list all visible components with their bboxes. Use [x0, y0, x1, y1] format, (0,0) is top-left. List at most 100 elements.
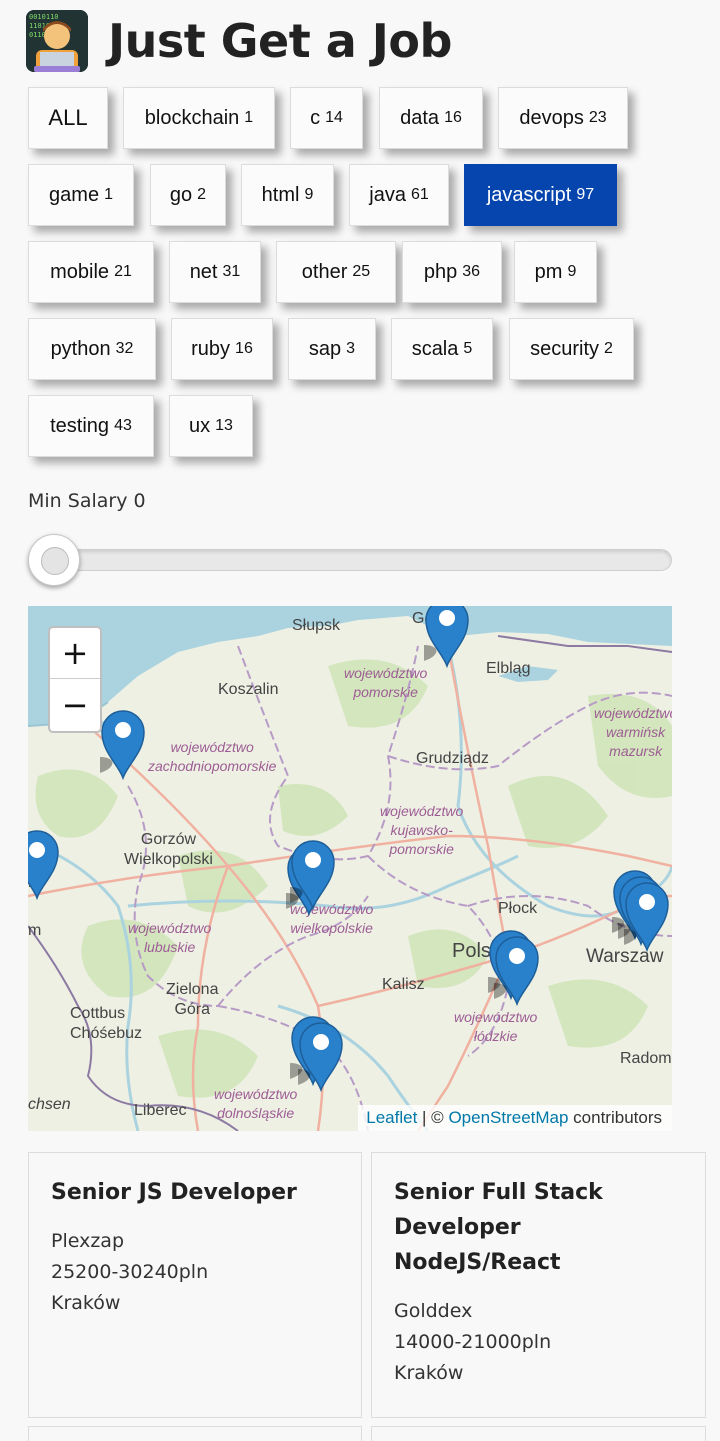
tag-button-html[interactable]: html 9 — [241, 164, 334, 226]
map-city-label: Radom — [620, 1050, 672, 1067]
tag-button-security[interactable]: security 2 — [509, 318, 634, 380]
min-salary-slider-thumb[interactable] — [28, 534, 80, 586]
job-card[interactable]: Senior JS Developer Plexzap 25200-30240p… — [28, 1152, 362, 1418]
map-marker-icon[interactable] — [264, 838, 336, 911]
tag-button-c[interactable]: c 14 — [290, 87, 363, 149]
tag-button-go[interactable]: go 2 — [150, 164, 226, 226]
tag-count: 2 — [604, 340, 613, 357]
map-city-label: chsen — [28, 1096, 71, 1113]
tag-label: javascript — [486, 183, 572, 206]
map-marker-icon[interactable] — [28, 828, 60, 901]
tag-count: 14 — [325, 109, 343, 126]
tag-count: 1 — [104, 186, 113, 203]
tag-button-ux[interactable]: ux 13 — [169, 395, 253, 457]
tag-button-python[interactable]: python 32 — [28, 318, 156, 380]
tag-button-mobile[interactable]: mobile 21 — [28, 241, 154, 303]
openstreetmap-link[interactable]: OpenStreetMap — [448, 1108, 568, 1128]
tag-label: go — [169, 183, 193, 206]
tag-button-sap[interactable]: sap 3 — [288, 318, 376, 380]
tag-button-scala[interactable]: scala 5 — [391, 318, 493, 380]
min-salary-label: Min Salary 0 — [28, 490, 146, 512]
job-title: Senior JS Developer — [51, 1180, 297, 1205]
tag-label: mobile — [50, 260, 110, 283]
map-city-label: Zielona Góra — [166, 981, 219, 1018]
map-region-label: województwo łódzkie — [454, 1009, 538, 1044]
tag-button-net[interactable]: net 31 — [169, 241, 261, 303]
tag-count: 43 — [114, 417, 132, 434]
min-salary-slider-track[interactable] — [30, 549, 672, 571]
tag-count: 36 — [462, 263, 481, 280]
tag-button-other[interactable]: other 25 — [276, 241, 396, 303]
map-marker-icon[interactable] — [74, 708, 146, 781]
tag-label: sap — [308, 337, 342, 360]
tag-label: devops — [519, 106, 584, 129]
zoom-control: + − — [48, 626, 102, 733]
tag-label: net — [189, 260, 218, 283]
tag-button-data[interactable]: data 16 — [379, 87, 483, 149]
job-city: Kraków — [51, 1292, 121, 1314]
tag-button-ruby[interactable]: ruby 16 — [171, 318, 273, 380]
tag-button-php[interactable]: php 36 — [402, 241, 502, 303]
tag-count: 25 — [352, 263, 371, 280]
map-region-label: województwo warmińsk mazursk — [594, 705, 672, 759]
tag-label: security — [530, 337, 599, 360]
jobs-map[interactable]: województwo pomorskie województwo zachod… — [28, 606, 672, 1131]
leaflet-link[interactable]: Leaflet — [366, 1108, 417, 1128]
tag-count: 16 — [235, 340, 253, 357]
map-city-label: Grudziądz — [416, 750, 489, 767]
tag-label: php — [423, 260, 458, 283]
map-city-label: Liberec — [134, 1102, 187, 1119]
tag-button-blockchain[interactable]: blockchain 1 — [123, 87, 275, 149]
tag-button-java[interactable]: java 61 — [349, 164, 449, 226]
job-card[interactable] — [371, 1426, 706, 1441]
tag-count: 31 — [222, 263, 241, 280]
map-marker-icon[interactable] — [272, 1020, 344, 1093]
map-attribution: Leaflet | © OpenStreetMap contributors — [358, 1105, 672, 1131]
job-salary: 14000-21000pln — [394, 1331, 552, 1353]
tag-count: 9 — [567, 263, 577, 280]
tag-count: 1 — [244, 109, 254, 126]
job-card[interactable]: Senior Full Stack Developer NodeJS/React… — [371, 1152, 706, 1418]
map-city-label: m — [28, 922, 42, 939]
tag-label: c — [310, 106, 321, 129]
map-region-label: województwo lubuskie — [128, 920, 212, 955]
tag-button-game[interactable]: game 1 — [28, 164, 134, 226]
tag-button-devops[interactable]: devops 23 — [498, 87, 628, 149]
tag-button-testing[interactable]: testing 43 — [28, 395, 154, 457]
map-city-label: Słupsk — [292, 617, 341, 634]
map-city-label: Kalisz — [382, 976, 425, 993]
map-marker-icon[interactable] — [598, 880, 670, 953]
tag-button-pm[interactable]: pm 9 — [514, 241, 597, 303]
tag-count: 2 — [197, 186, 207, 203]
attribution-contributors: contributors — [568, 1108, 662, 1127]
tag-button-all[interactable]: ALL — [28, 87, 108, 149]
attribution-separator: | © — [417, 1108, 449, 1127]
job-card[interactable] — [28, 1426, 362, 1441]
job-city: Kraków — [394, 1362, 464, 1384]
job-company: Plexzap — [51, 1230, 125, 1252]
page-title: Just Get a Job — [108, 14, 452, 68]
zoom-in-button[interactable]: + — [50, 628, 100, 679]
job-title: Senior Full Stack Developer NodeJS/React — [394, 1180, 603, 1275]
tag-count: 9 — [304, 186, 314, 203]
zoom-out-button[interactable]: − — [50, 679, 100, 730]
tag-count: 23 — [588, 109, 607, 126]
tag-label: blockchain — [144, 106, 240, 129]
job-salary: 25200-30240pln — [51, 1261, 209, 1283]
tag-count: 61 — [410, 186, 429, 203]
map-city-label: Koszalin — [218, 681, 279, 698]
tag-label: testing — [50, 414, 110, 437]
map-city-label: Płock — [498, 900, 538, 917]
map-marker-icon[interactable] — [398, 606, 470, 669]
tag-count: 5 — [463, 340, 473, 357]
tag-button-javascript[interactable]: javascript 97 — [464, 164, 617, 226]
tag-label: data — [400, 106, 440, 129]
tag-label: game — [49, 183, 100, 206]
map-region-label: województwo pomorskie — [344, 665, 428, 700]
map-marker-icon[interactable] — [468, 934, 540, 1007]
tag-label: pm — [534, 260, 563, 283]
svg-text:0010110: 0010110 — [29, 13, 59, 21]
tag-count: 97 — [576, 186, 595, 203]
tag-label: python — [50, 337, 111, 360]
tag-label: html — [261, 183, 300, 206]
